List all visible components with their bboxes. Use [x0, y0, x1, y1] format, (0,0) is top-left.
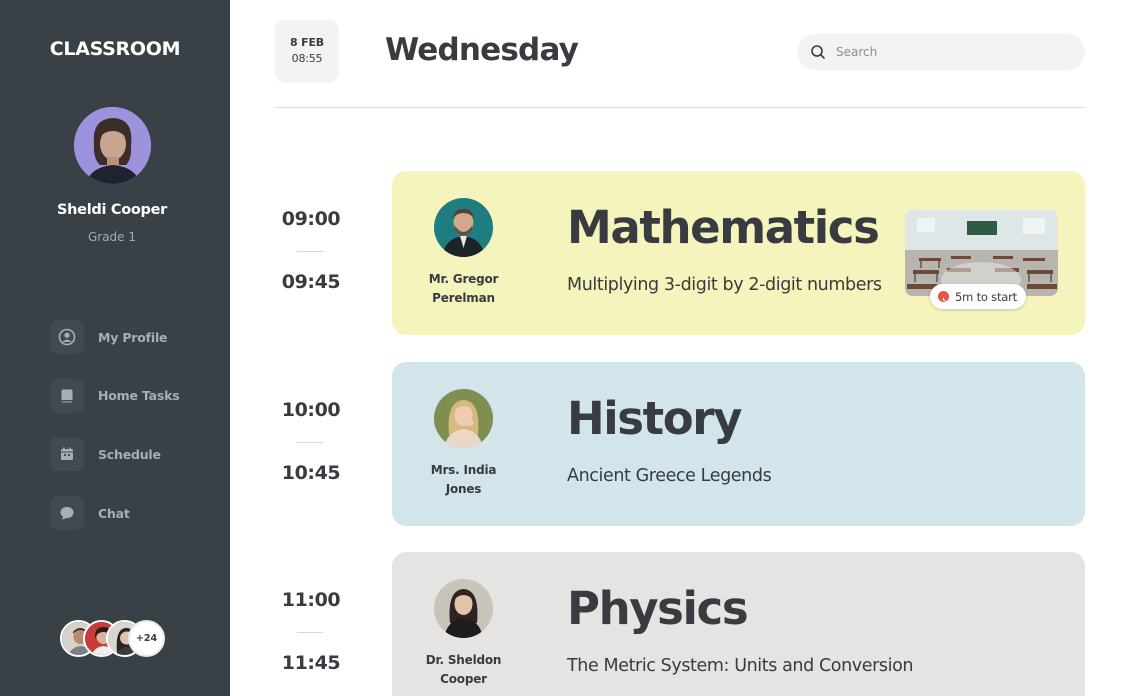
lesson-start-time: 10:00 — [281, 399, 341, 421]
user-name: Sheldi Cooper — [57, 202, 167, 218]
lesson-subject: Physics — [567, 582, 749, 635]
search-input[interactable] — [836, 45, 1066, 59]
lesson-time: 09:00 09:45 — [275, 171, 347, 335]
nav-label: Chat — [98, 505, 130, 521]
lesson-subject: Mathematics — [567, 201, 880, 254]
lesson-topic: Ancient Greece Legends — [567, 466, 772, 486]
user-circle-icon — [50, 320, 84, 354]
lesson-time: 10:00 10:45 — [275, 362, 347, 526]
lesson-topic: Multiplying 3-digit by 2-digit numbers — [567, 275, 882, 295]
lesson-end-time: 10:45 — [281, 462, 341, 484]
sidebar: CLASSROOM Sheldi Cooper Grade 1 My Profi… — [0, 0, 230, 696]
lesson-start-time: 11:00 — [281, 589, 341, 611]
brand-logo[interactable]: CLASSROOM — [0, 38, 230, 60]
nav-label: Home Tasks — [98, 388, 180, 404]
lesson-topic: The Metric System: Units and Conversion — [567, 656, 914, 676]
chat-bubble-icon — [50, 496, 84, 531]
current-time: 08:55 — [291, 52, 323, 65]
time-separator — [297, 442, 323, 443]
lesson-start-time: 09:00 — [281, 208, 341, 230]
search-icon — [811, 45, 825, 59]
teacher-avatar[interactable] — [434, 579, 493, 638]
teacher-name: Mrs. India Jones — [430, 463, 497, 496]
more-classmates-badge[interactable]: +24 — [128, 620, 165, 657]
lesson-time: 11:00 11:45 — [275, 552, 347, 696]
clock-icon — [938, 291, 949, 302]
lesson-row: 09:00 09:45 Mr. Gregor Perelman Mathemat… — [275, 171, 1085, 335]
nav-item-schedule[interactable]: Schedule — [50, 437, 179, 472]
current-date: 8 FEB — [290, 36, 324, 49]
teacher-name: Mr. Gregor Perelman — [428, 272, 499, 305]
lesson-card-mathematics[interactable]: Mr. Gregor Perelman Mathematics Multiply… — [392, 171, 1085, 335]
sidebar-nav: My Profile Home Tasks Schedule Chat — [50, 320, 180, 555]
calendar-icon — [50, 437, 84, 472]
starts-soon-badge: 5m to start — [930, 284, 1026, 309]
classmates-group[interactable]: +24 — [60, 620, 170, 658]
lesson-card-history[interactable]: Mrs. India Jones History Ancient Greece … — [392, 362, 1085, 526]
time-separator — [297, 632, 323, 633]
current-date-box: 8 FEB 08:55 — [275, 20, 339, 83]
teacher-avatar[interactable] — [434, 389, 493, 448]
teacher-name: Dr. Sheldon Cooper — [425, 653, 502, 686]
search-bar[interactable] — [797, 34, 1085, 70]
page-title: Wednesday — [385, 32, 579, 68]
nav-item-home-tasks[interactable]: Home Tasks — [50, 378, 180, 413]
nav-label: Schedule — [98, 446, 161, 462]
teacher-avatar[interactable] — [434, 198, 493, 257]
lesson-end-time: 11:45 — [281, 652, 341, 674]
lesson-row: 11:00 11:45 Dr. Sheldon Cooper Physics T… — [275, 552, 1085, 696]
lesson-row: 10:00 10:45 Mrs. India Jones History Anc… — [275, 362, 1085, 526]
user-grade: Grade 1 — [87, 230, 137, 244]
lesson-card-physics[interactable]: Dr. Sheldon Cooper Physics The Metric Sy… — [392, 552, 1085, 696]
starts-soon-text: 5m to start — [955, 289, 1017, 304]
nav-item-chat[interactable]: Chat — [50, 496, 179, 531]
time-separator — [297, 251, 323, 252]
nav-label: My Profile — [98, 329, 168, 345]
user-avatar[interactable] — [74, 107, 151, 184]
lesson-end-time: 09:45 — [281, 271, 341, 293]
nav-item-my-profile[interactable]: My Profile — [50, 320, 179, 354]
book-icon — [50, 378, 84, 413]
lesson-subject: History — [567, 392, 742, 445]
header-divider — [275, 107, 1085, 108]
